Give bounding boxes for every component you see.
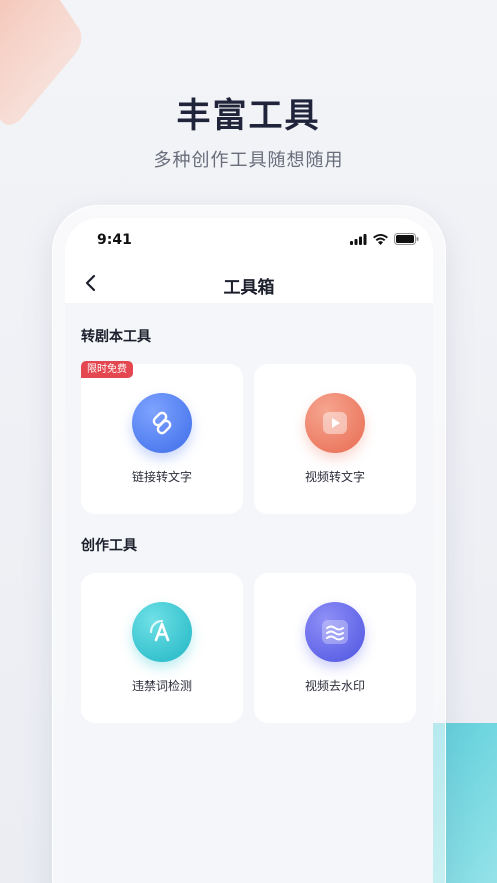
letter-a-icon xyxy=(132,602,192,662)
tool-card-label: 违禁词检测 xyxy=(131,679,192,693)
wifi-icon xyxy=(373,233,388,245)
section-title-script-tools: 转剧本工具 xyxy=(81,329,151,345)
nav-title: 工具箱 xyxy=(223,278,275,298)
limited-free-badge: 限时免费 xyxy=(81,361,133,378)
promo-headline: 丰富工具 xyxy=(176,96,321,136)
tool-card-link-to-text[interactable]: 链接转文字 xyxy=(81,364,243,514)
tool-card-video-to-text[interactable]: 视频转文字 xyxy=(254,364,416,514)
tool-card-remove-watermark[interactable]: 视频去水印 xyxy=(254,573,416,723)
status-time: 9:41 xyxy=(97,232,132,248)
promo-page: 丰富工具 多种创作工具随想随用 9:41 工具箱 转剧本工具 链接转文字 限时免… xyxy=(0,0,497,883)
link-icon xyxy=(132,393,192,453)
tool-card-label: 视频转文字 xyxy=(304,470,365,484)
tool-card-banned-word-check[interactable]: 违禁词检测 xyxy=(81,573,243,723)
wave-icon xyxy=(305,602,365,662)
nav-bar: 工具箱 xyxy=(65,263,433,303)
signal-icon xyxy=(350,233,367,245)
tool-card-label: 视频去水印 xyxy=(304,679,365,693)
phone-screen: 9:41 工具箱 转剧本工具 链接转文字 限时免费 视频转文字 创作工具 违禁词… xyxy=(65,218,433,883)
battery-icon xyxy=(394,233,419,245)
status-icons xyxy=(350,233,419,245)
status-bar: 9:41 xyxy=(65,218,433,263)
tool-card-label: 链接转文字 xyxy=(131,470,192,484)
play-icon xyxy=(305,393,365,453)
section-title-creation-tools: 创作工具 xyxy=(81,538,137,554)
promo-subheadline: 多种创作工具随想随用 xyxy=(153,150,344,171)
